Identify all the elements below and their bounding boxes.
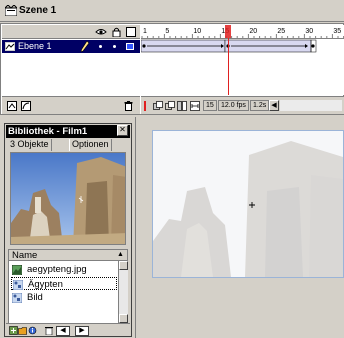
scene-icon (5, 5, 17, 16)
ruler-label: 1 (143, 28, 147, 35)
scene-label[interactable]: Szene 1 (19, 5, 56, 16)
new-symbol-icon[interactable] (9, 326, 18, 335)
library-count: 3 Objekte (8, 139, 52, 151)
layer-icon (5, 42, 15, 51)
keyframe-1[interactable] (142, 44, 146, 48)
egypt-photo-preview (11, 153, 125, 244)
library-footer: ◀ ▶ (6, 323, 130, 336)
ruler-label: 25 (277, 28, 285, 35)
onion-skin-outlines-icon[interactable] (165, 101, 175, 111)
timeline-hscroll-track[interactable] (280, 100, 342, 111)
library-title[interactable]: Bibliothek - Film1 (6, 125, 130, 138)
elapsed-time: 1.2s (250, 100, 270, 111)
frames-grid (141, 39, 317, 53)
graphic-symbol-icon (12, 293, 22, 303)
eye-icon[interactable] (95, 27, 107, 36)
center-frame-icon[interactable] (144, 101, 146, 111)
library-name-column-header[interactable]: Name ▲ (8, 249, 128, 261)
list-item-selected[interactable]: Ägypten (11, 277, 117, 290)
playhead-line (228, 38, 229, 95)
add-guide-layer-icon[interactable] (21, 101, 31, 111)
ruler-label: 35 (333, 28, 341, 35)
outline-icon[interactable] (126, 27, 136, 37)
name-header-label: Name (12, 250, 38, 261)
scene-bar: Szene 1 (0, 0, 344, 22)
layer-name[interactable]: Ebene 1 (18, 41, 52, 51)
layer-footer (2, 96, 140, 114)
scroll-up-button[interactable] (119, 261, 128, 270)
lock-icon[interactable] (112, 27, 121, 37)
layer-lock-dot[interactable] (113, 45, 116, 48)
bitmap-icon (12, 265, 22, 275)
library-scrollbar[interactable] (118, 261, 128, 323)
properties-icon[interactable] (28, 326, 37, 335)
layer-visible-dot[interactable] (99, 45, 102, 48)
scroll-right-button[interactable]: ▶ (75, 326, 89, 336)
list-item-name: aegypteng.jpg (27, 264, 87, 275)
delete-icon[interactable] (45, 326, 53, 335)
ruler-ticks: 15101520253035 (141, 28, 344, 38)
scroll-down-button[interactable] (119, 314, 128, 323)
list-item-name: Ägypten (28, 279, 63, 290)
timeline-panel: Ebene 1 15101520253035 (0, 23, 344, 115)
layer-header (2, 25, 140, 39)
layer-color-swatch[interactable] (126, 43, 134, 50)
stage[interactable] (152, 130, 344, 278)
pencil-icon (81, 41, 89, 52)
current-frame: 15 (203, 100, 217, 111)
keyframe-30[interactable] (311, 44, 315, 48)
ruler-label: 20 (249, 28, 257, 35)
ruler-label: 5 (165, 28, 169, 35)
playhead-head[interactable] (225, 25, 231, 38)
graphic-symbol-icon (13, 280, 23, 290)
timeline-status-bar: 15 12.0 fps 1.2s ◀ (141, 96, 344, 114)
library-panel: Bibliothek - Film1 ✕ 3 Objekte Optionen … (4, 123, 132, 337)
scroll-left-button[interactable]: ◀ (269, 100, 279, 111)
sort-arrow-icon[interactable]: ▲ (117, 251, 124, 258)
frame-rate[interactable]: 12.0 fps (218, 100, 249, 111)
frame-area[interactable] (141, 39, 344, 95)
add-layer-icon[interactable] (7, 101, 17, 111)
frame-ruler[interactable]: 15101520253035 (141, 25, 344, 39)
ruler-label: 30 (305, 28, 313, 35)
library-list: aegypteng.jpg Ägypten Bild (8, 261, 118, 323)
trash-icon[interactable] (124, 101, 133, 111)
library-preview (10, 152, 126, 245)
ruler-label: 10 (193, 28, 201, 35)
library-tabs: 3 Objekte Optionen (6, 139, 130, 151)
layer-row[interactable]: Ebene 1 (2, 40, 140, 53)
edit-multiple-frames-icon[interactable] (177, 101, 187, 111)
onion-skin-icon[interactable] (153, 101, 163, 111)
list-item[interactable]: Bild (11, 291, 117, 304)
close-icon[interactable]: ✕ (117, 125, 128, 136)
list-item[interactable]: aegypteng.jpg (11, 263, 117, 276)
new-folder-icon[interactable] (18, 326, 27, 335)
modify-onion-markers-icon[interactable] (190, 101, 200, 111)
library-options-button[interactable]: Optionen (69, 139, 112, 151)
scroll-left-button[interactable]: ◀ (56, 326, 70, 336)
stage-bitmap-faded (153, 131, 343, 277)
list-item-name: Bild (27, 292, 43, 303)
